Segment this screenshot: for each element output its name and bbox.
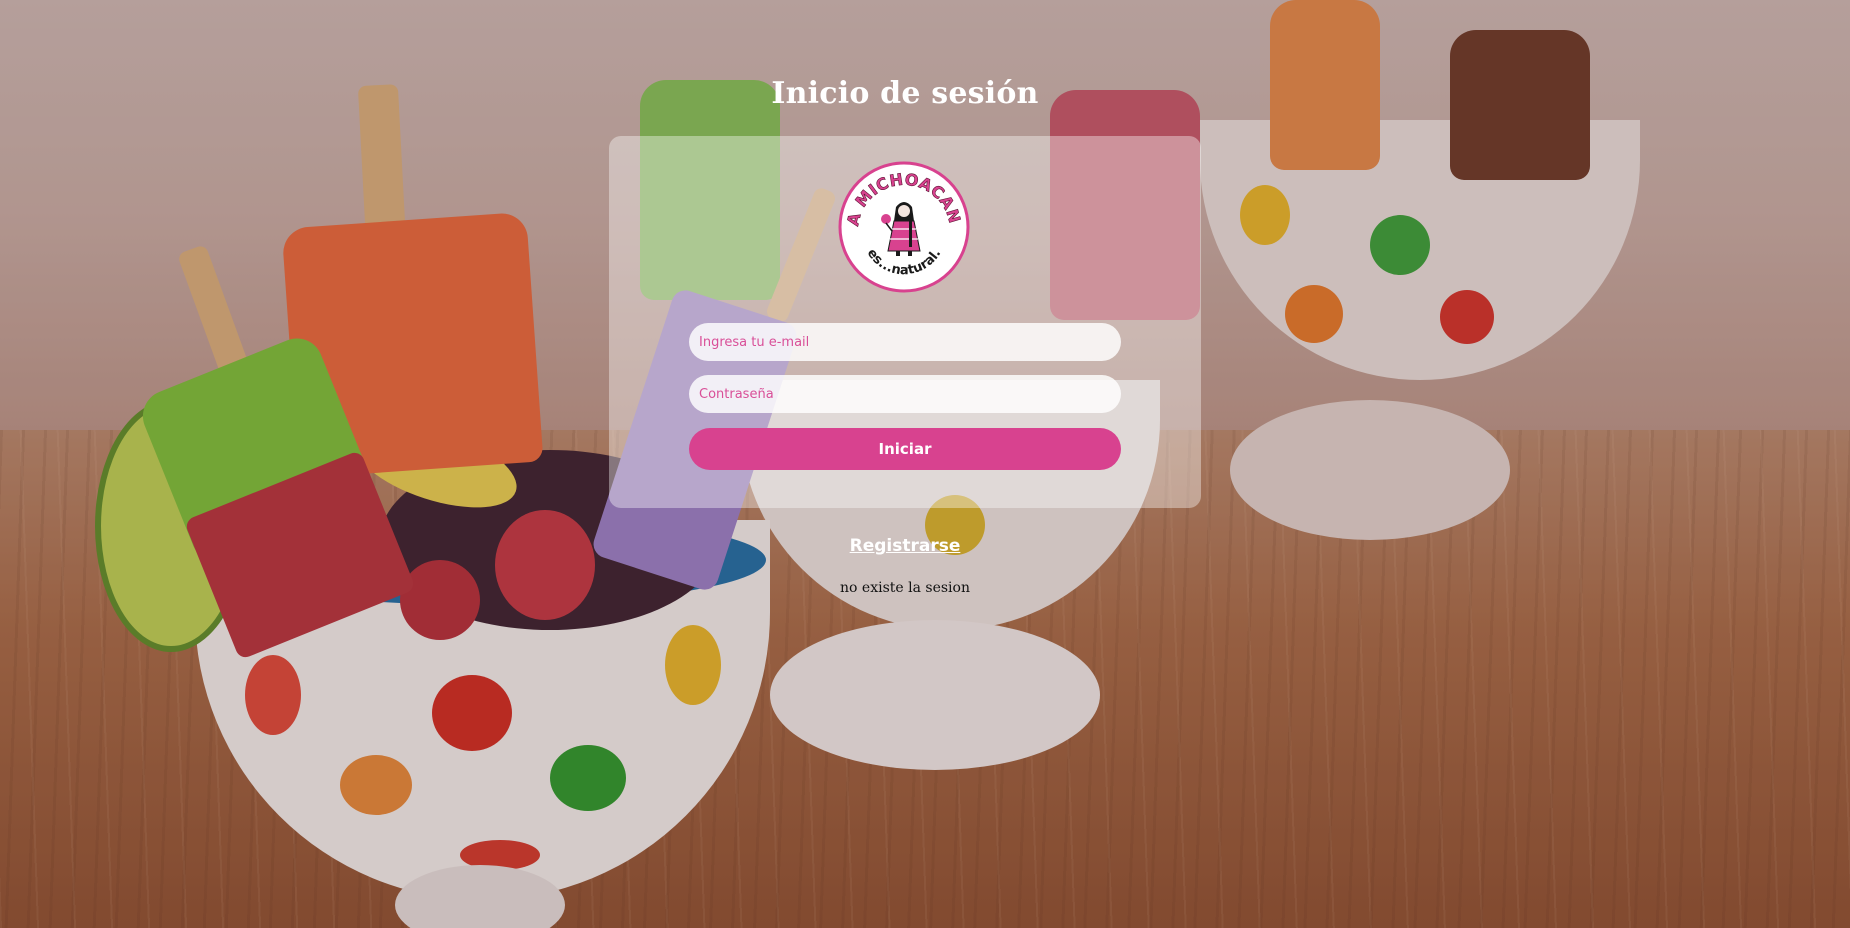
- register-link[interactable]: Registrarse: [0, 536, 1810, 556]
- session-status-message: no existe la sesion: [840, 580, 970, 596]
- email-input[interactable]: [689, 323, 1121, 361]
- brand-logo: LA MICHOACANA es...natural.: [838, 161, 970, 293]
- page-title: Inicio de sesión: [771, 76, 1039, 111]
- login-button[interactable]: Iniciar: [689, 428, 1121, 470]
- password-input[interactable]: [689, 375, 1121, 413]
